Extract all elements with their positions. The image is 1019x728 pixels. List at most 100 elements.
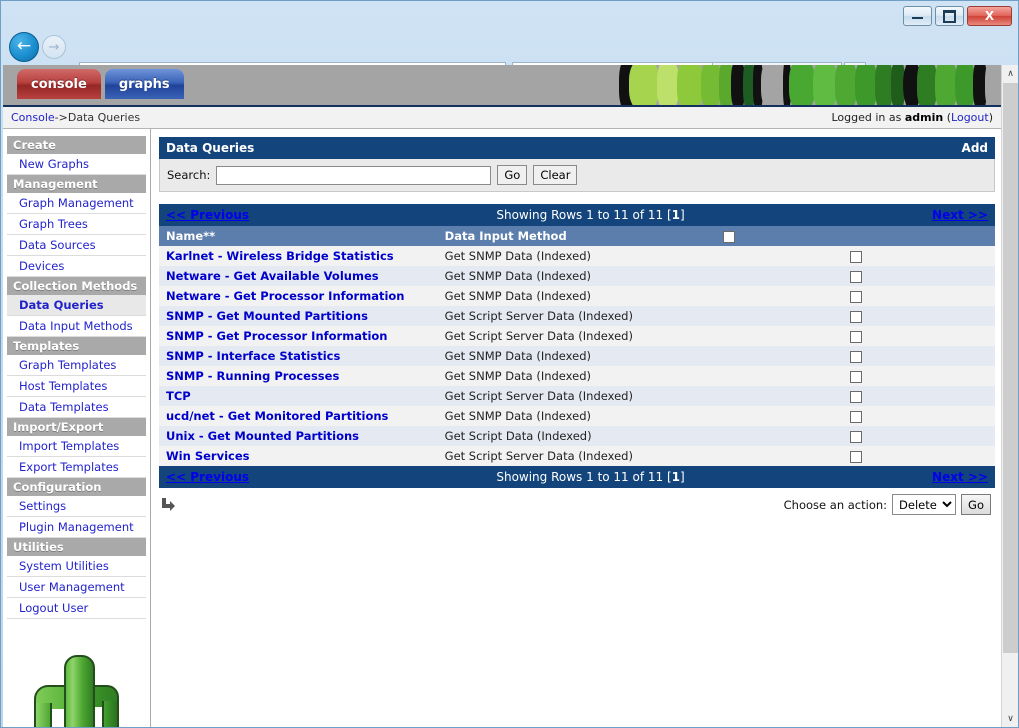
sidebar-item-import-templates[interactable]: Import Templates [7, 436, 146, 457]
table-row[interactable]: SNMP - Running Processes Get SNMP Data (… [159, 366, 995, 386]
table-row[interactable]: Unix - Get Mounted Partitions Get Script… [159, 426, 995, 446]
data-input-method: Get SNMP Data (Indexed) [437, 286, 717, 306]
search-input[interactable] [216, 165, 492, 185]
pager-top: << Previous Showing Rows 1 to 11 of 11 [… [159, 204, 995, 226]
action-row: Choose an action: Delete Go [159, 488, 995, 515]
sidebar-item-settings[interactable]: Settings [7, 496, 146, 517]
sidebar-item-new-graphs[interactable]: New Graphs [7, 154, 146, 175]
previous-page-link-bottom[interactable]: << Previous [166, 470, 249, 484]
maximize-button[interactable] [935, 6, 964, 26]
scrollbar-thumb[interactable] [1003, 83, 1018, 653]
pager-bottom: << Previous Showing Rows 1 to 11 of 11 [… [159, 466, 995, 488]
sidebar-item-logout-user[interactable]: Logout User [7, 598, 146, 619]
row-checkbox[interactable] [849, 430, 862, 443]
minimize-button[interactable] [903, 6, 932, 26]
close-icon: X [984, 9, 995, 23]
data-input-method: Get SNMP Data (Indexed) [437, 346, 717, 366]
table-row[interactable]: SNMP - Get Mounted Partitions Get Script… [159, 306, 995, 326]
sidebar-header-collection-methods: Collection Methods [7, 277, 146, 295]
forward-button[interactable]: → [42, 35, 66, 59]
add-link[interactable]: Add [962, 141, 988, 155]
data-query-link[interactable]: Unix - Get Mounted Partitions [166, 429, 359, 443]
logout-link[interactable]: Logout [951, 111, 989, 124]
column-header-data-input-method[interactable]: Data Input Method [437, 226, 717, 246]
search-clear-button[interactable]: Clear [533, 165, 578, 185]
next-page-link-bottom[interactable]: Next >> [932, 470, 988, 484]
sidebar-item-graph-trees[interactable]: Graph Trees [7, 214, 146, 235]
scroll-down-button[interactable]: ∨ [1002, 710, 1018, 727]
sidebar-item-data-queries[interactable]: Data Queries [7, 295, 146, 316]
data-query-link[interactable]: SNMP - Get Processor Information [166, 329, 388, 343]
data-query-link[interactable]: Netware - Get Available Volumes [166, 269, 379, 283]
sidebar-group-import-export: Import/Export Import Templates Export Te… [3, 418, 150, 478]
table-row[interactable]: SNMP - Interface Statistics Get SNMP Dat… [159, 346, 995, 366]
search-go-button[interactable]: Go [497, 165, 528, 185]
table-row[interactable]: Win Services Get Script Server Data (Ind… [159, 446, 995, 466]
main-content: Data Queries Add Search: Go Clear << Pre… [151, 129, 1001, 727]
data-query-link[interactable]: SNMP - Interface Statistics [166, 349, 340, 363]
logged-in-username: admin [904, 111, 944, 124]
sidebar-header-management: Management [7, 175, 146, 193]
close-button[interactable]: X [967, 6, 1012, 26]
row-checkbox[interactable] [849, 370, 862, 383]
breadcrumb-console-link[interactable]: Console [11, 111, 55, 124]
data-input-method: Get Script Data (Indexed) [437, 426, 717, 446]
breadcrumb-current: Data Queries [67, 111, 141, 124]
data-query-link[interactable]: Win Services [166, 449, 249, 463]
current-page-number[interactable]: 1 [672, 470, 680, 484]
action-select[interactable]: Delete [892, 494, 957, 515]
showing-rows-top: Showing Rows 1 to 11 of 11 [1] [496, 208, 685, 222]
row-checkbox[interactable] [849, 290, 862, 303]
data-query-link[interactable]: SNMP - Running Processes [166, 369, 339, 383]
table-row[interactable]: TCP Get Script Server Data (Indexed) [159, 386, 995, 406]
row-checkbox[interactable] [849, 250, 862, 263]
sidebar-group-management: Management Graph Management Graph Trees … [3, 175, 150, 277]
current-page-number[interactable]: 1 [672, 208, 680, 222]
sidebar-item-plugin-management[interactable]: Plugin Management [7, 517, 146, 538]
table-row[interactable]: Karlnet - Wireless Bridge Statistics Get… [159, 246, 995, 266]
cacti-tab-console[interactable]: console [17, 69, 101, 99]
sidebar-item-export-templates[interactable]: Export Templates [7, 457, 146, 478]
sidebar-item-graph-management[interactable]: Graph Management [7, 193, 146, 214]
select-all-checkbox[interactable] [723, 230, 736, 243]
scroll-up-button[interactable]: ∧ [1002, 65, 1018, 82]
column-header-name[interactable]: Name** [159, 226, 438, 246]
data-query-link[interactable]: SNMP - Get Mounted Partitions [166, 309, 368, 323]
sidebar-item-devices[interactable]: Devices [7, 256, 146, 277]
vertical-scrollbar[interactable]: ∧ ∨ [1001, 65, 1018, 727]
sidebar-item-user-management[interactable]: User Management [7, 577, 146, 598]
sidebar-header-templates: Templates [7, 337, 146, 355]
window-controls: X [903, 6, 1012, 27]
table-row[interactable]: ucd/net - Get Monitored Partitions Get S… [159, 406, 995, 426]
row-checkbox[interactable] [849, 330, 862, 343]
sidebar-item-data-templates[interactable]: Data Templates [7, 397, 146, 418]
data-query-link[interactable]: ucd/net - Get Monitored Partitions [166, 409, 388, 423]
table-row[interactable]: Netware - Get Processor Information Get … [159, 286, 995, 306]
row-checkbox[interactable] [849, 450, 862, 463]
row-checkbox[interactable] [849, 310, 862, 323]
data-query-link[interactable]: TCP [166, 389, 191, 403]
table-row[interactable]: SNMP - Get Processor Information Get Scr… [159, 326, 995, 346]
sidebar-item-host-templates[interactable]: Host Templates [7, 376, 146, 397]
row-checkbox[interactable] [849, 410, 862, 423]
previous-page-link-top[interactable]: << Previous [166, 208, 249, 222]
cacti-tab-graphs[interactable]: graphs [104, 69, 184, 99]
data-query-link[interactable]: Karlnet - Wireless Bridge Statistics [166, 249, 394, 263]
back-button[interactable]: ← [9, 32, 39, 62]
sidebar-item-graph-templates[interactable]: Graph Templates [7, 355, 146, 376]
sidebar-item-data-input-methods[interactable]: Data Input Methods [7, 316, 146, 337]
sidebar-item-system-utilities[interactable]: System Utilities [7, 556, 146, 577]
row-checkbox[interactable] [849, 350, 862, 363]
column-header-select-all [716, 226, 995, 246]
minimize-icon [912, 14, 923, 19]
data-query-link[interactable]: Netware - Get Processor Information [166, 289, 405, 303]
table-row[interactable]: Netware - Get Available Volumes Get SNMP… [159, 266, 995, 286]
page-title: Data Queries [166, 141, 255, 155]
sidebar-header-import-export: Import/Export [7, 418, 146, 436]
next-page-link-top[interactable]: Next >> [932, 208, 988, 222]
data-queries-table: << Previous Showing Rows 1 to 11 of 11 [… [159, 204, 995, 488]
sidebar-item-data-sources[interactable]: Data Sources [7, 235, 146, 256]
row-checkbox[interactable] [849, 270, 862, 283]
action-go-button[interactable]: Go [961, 494, 991, 515]
row-checkbox[interactable] [849, 390, 862, 403]
